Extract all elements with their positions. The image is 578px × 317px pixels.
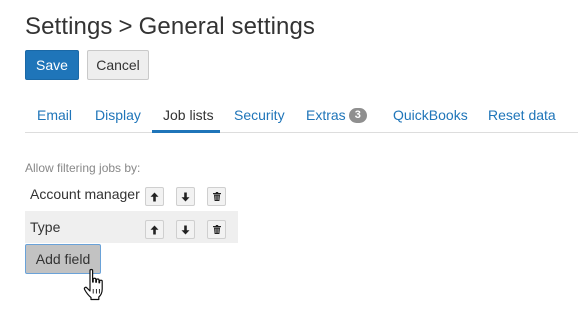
tab-security[interactable]: Security bbox=[234, 98, 285, 132]
filter-field-name: Account manager bbox=[30, 186, 140, 202]
trash-icon bbox=[212, 192, 221, 201]
breadcrumb-general-settings: General settings bbox=[138, 13, 316, 40]
move-up-button[interactable] bbox=[145, 187, 164, 206]
cancel-button[interactable]: Cancel bbox=[87, 50, 149, 80]
tab-job-lists[interactable]: Job lists bbox=[163, 98, 214, 132]
tab-extras-label: Extras bbox=[306, 107, 346, 123]
tab-quickbooks[interactable]: QuickBooks bbox=[393, 98, 468, 132]
arrow-down-icon bbox=[181, 192, 190, 201]
tab-reset-data[interactable]: Reset data bbox=[488, 98, 556, 132]
move-down-button[interactable] bbox=[176, 220, 195, 239]
filter-field-row: Type bbox=[25, 211, 238, 243]
arrow-down-icon bbox=[181, 225, 190, 234]
delete-field-button[interactable] bbox=[207, 187, 226, 206]
tab-extras[interactable]: Extras 3 bbox=[306, 98, 367, 132]
save-button[interactable]: Save bbox=[25, 50, 79, 80]
filter-field-row: Account manager bbox=[25, 178, 238, 210]
move-up-button[interactable] bbox=[145, 220, 164, 239]
active-tab-indicator bbox=[152, 130, 220, 133]
arrow-up-icon bbox=[150, 192, 159, 201]
settings-tabs: Email Display Job lists Security Extras 3… bbox=[25, 98, 578, 133]
breadcrumb-settings: Settings bbox=[25, 13, 113, 40]
tab-display[interactable]: Display bbox=[95, 98, 141, 132]
trash-icon bbox=[212, 225, 221, 234]
delete-field-button[interactable] bbox=[207, 220, 226, 239]
filter-section-label: Allow filtering jobs by: bbox=[25, 161, 141, 175]
page-title: Settings > General settings bbox=[25, 13, 315, 41]
hand-pointer-icon bbox=[83, 268, 103, 301]
tab-email[interactable]: Email bbox=[37, 98, 72, 132]
breadcrumb-separator: > bbox=[118, 13, 133, 40]
filter-field-name: Type bbox=[30, 219, 61, 235]
extras-count-badge: 3 bbox=[348, 107, 367, 123]
arrow-up-icon bbox=[150, 225, 159, 234]
move-down-button[interactable] bbox=[176, 187, 195, 206]
